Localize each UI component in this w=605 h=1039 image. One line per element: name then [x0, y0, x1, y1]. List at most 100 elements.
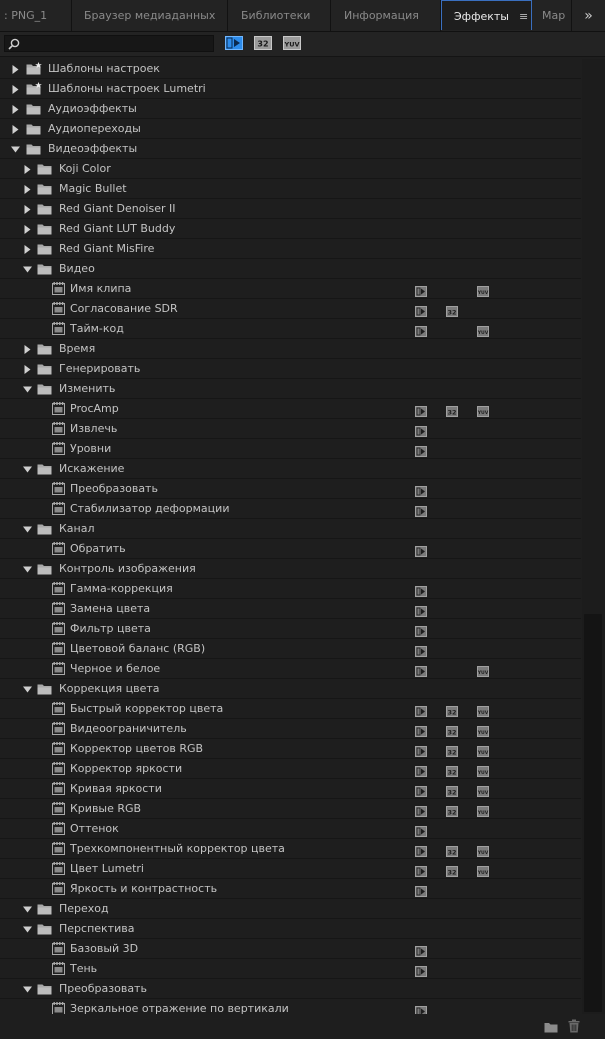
panel-footer — [0, 1014, 605, 1039]
item-label: Стабилизатор деформации — [70, 502, 230, 515]
expanded-arrow-icon[interactable] — [23, 459, 33, 479]
effect-item[interactable]: Черное и белое YUV — [0, 659, 581, 679]
collapsed-arrow-icon[interactable] — [11, 79, 21, 99]
effect-item[interactable]: Корректор цветов RGB 32 YUV — [0, 739, 581, 759]
tab-markers[interactable]: Мар — [532, 0, 572, 31]
effect-item[interactable]: Цвет Lumetri 32 YUV — [0, 859, 581, 879]
effect-item[interactable]: Корректор яркости 32 YUV — [0, 759, 581, 779]
tab-effects[interactable]: Эффекты ≡ — [441, 0, 532, 30]
effect-item[interactable]: Преобразовать — [0, 479, 581, 499]
folder-item[interactable]: Контроль изображения — [0, 559, 581, 579]
effect-item[interactable]: Замена цвета — [0, 599, 581, 619]
effect-item[interactable]: Имя клипа YUV — [0, 279, 581, 299]
search-input[interactable] — [23, 36, 209, 51]
folder-item[interactable]: Аудиоэффекты — [0, 99, 581, 119]
item-label: Канал — [59, 522, 95, 535]
folder-item[interactable]: Коррекция цвета — [0, 679, 581, 699]
folder-item[interactable]: Red Giant Denoiser II — [0, 199, 581, 219]
folder-item[interactable]: Время — [0, 339, 581, 359]
effect-item[interactable]: Гамма-коррекция — [0, 579, 581, 599]
collapsed-arrow-icon[interactable] — [23, 179, 33, 199]
folder-item[interactable]: Канал — [0, 519, 581, 539]
effect-item[interactable]: Тень — [0, 959, 581, 979]
item-label: Преобразовать — [59, 982, 147, 995]
tab-project[interactable]: : PNG_1 — [0, 0, 72, 31]
folder-item[interactable]: Red Giant LUT Buddy — [0, 219, 581, 239]
collapsed-arrow-icon[interactable] — [11, 119, 21, 139]
effect-item[interactable]: Стабилизатор деформации — [0, 499, 581, 519]
folder-item[interactable]: Magic Bullet — [0, 179, 581, 199]
collapsed-arrow-icon[interactable] — [23, 359, 33, 379]
folder-item[interactable]: Шаблоны настроек Lumetri — [0, 79, 581, 99]
svg-text:YUV: YUV — [477, 810, 489, 816]
tab-media-browser[interactable]: Браузер медиаданных — [72, 0, 228, 31]
collapsed-arrow-icon[interactable] — [23, 159, 33, 179]
folder-item[interactable]: Перспектива — [0, 919, 581, 939]
expanded-arrow-icon[interactable] — [23, 519, 33, 539]
item-label: Трехкомпонентный корректор цвета — [70, 842, 285, 855]
expanded-arrow-icon[interactable] — [23, 679, 33, 699]
yuv-icon[interactable]: YUV — [283, 36, 301, 50]
effect-item[interactable]: ProcAmp 32 YUV — [0, 399, 581, 419]
svg-text:32: 32 — [447, 848, 456, 856]
effect-item[interactable]: Базовый 3D — [0, 939, 581, 959]
effect-item[interactable]: Видеоограничитель 32 YUV — [0, 719, 581, 739]
expanded-arrow-icon[interactable] — [23, 899, 33, 919]
panel-menu-icon[interactable]: ≡ — [519, 10, 528, 23]
effect-item[interactable]: Яркость и контрастность — [0, 879, 581, 899]
expanded-arrow-icon[interactable] — [11, 139, 21, 159]
folder-item[interactable]: Видеоэффекты — [0, 139, 581, 159]
collapsed-arrow-icon[interactable] — [23, 339, 33, 359]
expanded-arrow-icon[interactable] — [23, 919, 33, 939]
folder-item[interactable]: Генерировать — [0, 359, 581, 379]
effect-item[interactable]: Кривая яркости 32 YUV — [0, 779, 581, 799]
tab-libraries[interactable]: Библиотеки — [228, 0, 331, 31]
folder-item[interactable]: Искажение — [0, 459, 581, 479]
effect-item[interactable]: Зеркальное отражение по вертикали — [0, 999, 581, 1014]
expanded-arrow-icon[interactable] — [23, 559, 33, 579]
effect-item[interactable]: Кривые RGB 32 YUV — [0, 799, 581, 819]
item-label: ProcAmp — [70, 402, 119, 415]
svg-text:32: 32 — [447, 408, 456, 416]
32-bit-icon[interactable]: 32 — [254, 36, 272, 50]
collapsed-arrow-icon[interactable] — [23, 239, 33, 259]
folder-item[interactable]: Red Giant MisFire — [0, 239, 581, 259]
folder-item[interactable]: Аудиопереходы — [0, 119, 581, 139]
expanded-arrow-icon[interactable] — [23, 979, 33, 999]
effect-item[interactable]: Быстрый корректор цвета 32 YUV — [0, 699, 581, 719]
expanded-arrow-icon[interactable] — [23, 379, 33, 399]
trash-icon[interactable] — [568, 1019, 580, 1033]
tab-info[interactable]: Информация — [331, 0, 441, 31]
panel-tab-bar: : PNG_1 Браузер медиаданных Библиотеки И… — [0, 0, 605, 32]
expanded-arrow-icon[interactable] — [23, 259, 33, 279]
folder-item[interactable]: Koji Color — [0, 159, 581, 179]
effect-item[interactable]: Обратить — [0, 539, 581, 559]
folder-item[interactable]: Шаблоны настроек — [0, 59, 581, 79]
folder-item[interactable]: Переход — [0, 899, 581, 919]
overflow-tabs-icon[interactable]: » — [572, 0, 605, 31]
vertical-scrollbar[interactable] — [582, 59, 605, 1014]
collapsed-arrow-icon[interactable] — [11, 59, 21, 79]
item-label: Гамма-коррекция — [70, 582, 173, 595]
folder-item[interactable]: Изменить — [0, 379, 581, 399]
folder-icon[interactable] — [544, 1021, 558, 1033]
collapsed-arrow-icon[interactable] — [23, 219, 33, 239]
accelerated-effects-icon[interactable] — [225, 36, 243, 50]
effect-item[interactable]: Трехкомпонентный корректор цвета 32 YUV — [0, 839, 581, 859]
scrollbar-thumb[interactable] — [584, 614, 602, 1012]
effect-item[interactable]: Согласование SDR 32 — [0, 299, 581, 319]
accelerated-badge-icon — [415, 1004, 427, 1014]
effect-item[interactable]: Оттенок — [0, 819, 581, 839]
effect-item[interactable]: Тайм-код YUV — [0, 319, 581, 339]
effect-item[interactable]: Извлечь — [0, 419, 581, 439]
item-label: Видеоограничитель — [70, 722, 187, 735]
effect-item[interactable]: Фильтр цвета — [0, 619, 581, 639]
tab-label: Библиотеки — [241, 9, 311, 22]
search-box[interactable] — [4, 35, 214, 52]
folder-item[interactable]: Видео — [0, 259, 581, 279]
collapsed-arrow-icon[interactable] — [11, 99, 21, 119]
effect-item[interactable]: Цветовой баланс (RGB) — [0, 639, 581, 659]
collapsed-arrow-icon[interactable] — [23, 199, 33, 219]
effect-item[interactable]: Уровни — [0, 439, 581, 459]
folder-item[interactable]: Преобразовать — [0, 979, 581, 999]
